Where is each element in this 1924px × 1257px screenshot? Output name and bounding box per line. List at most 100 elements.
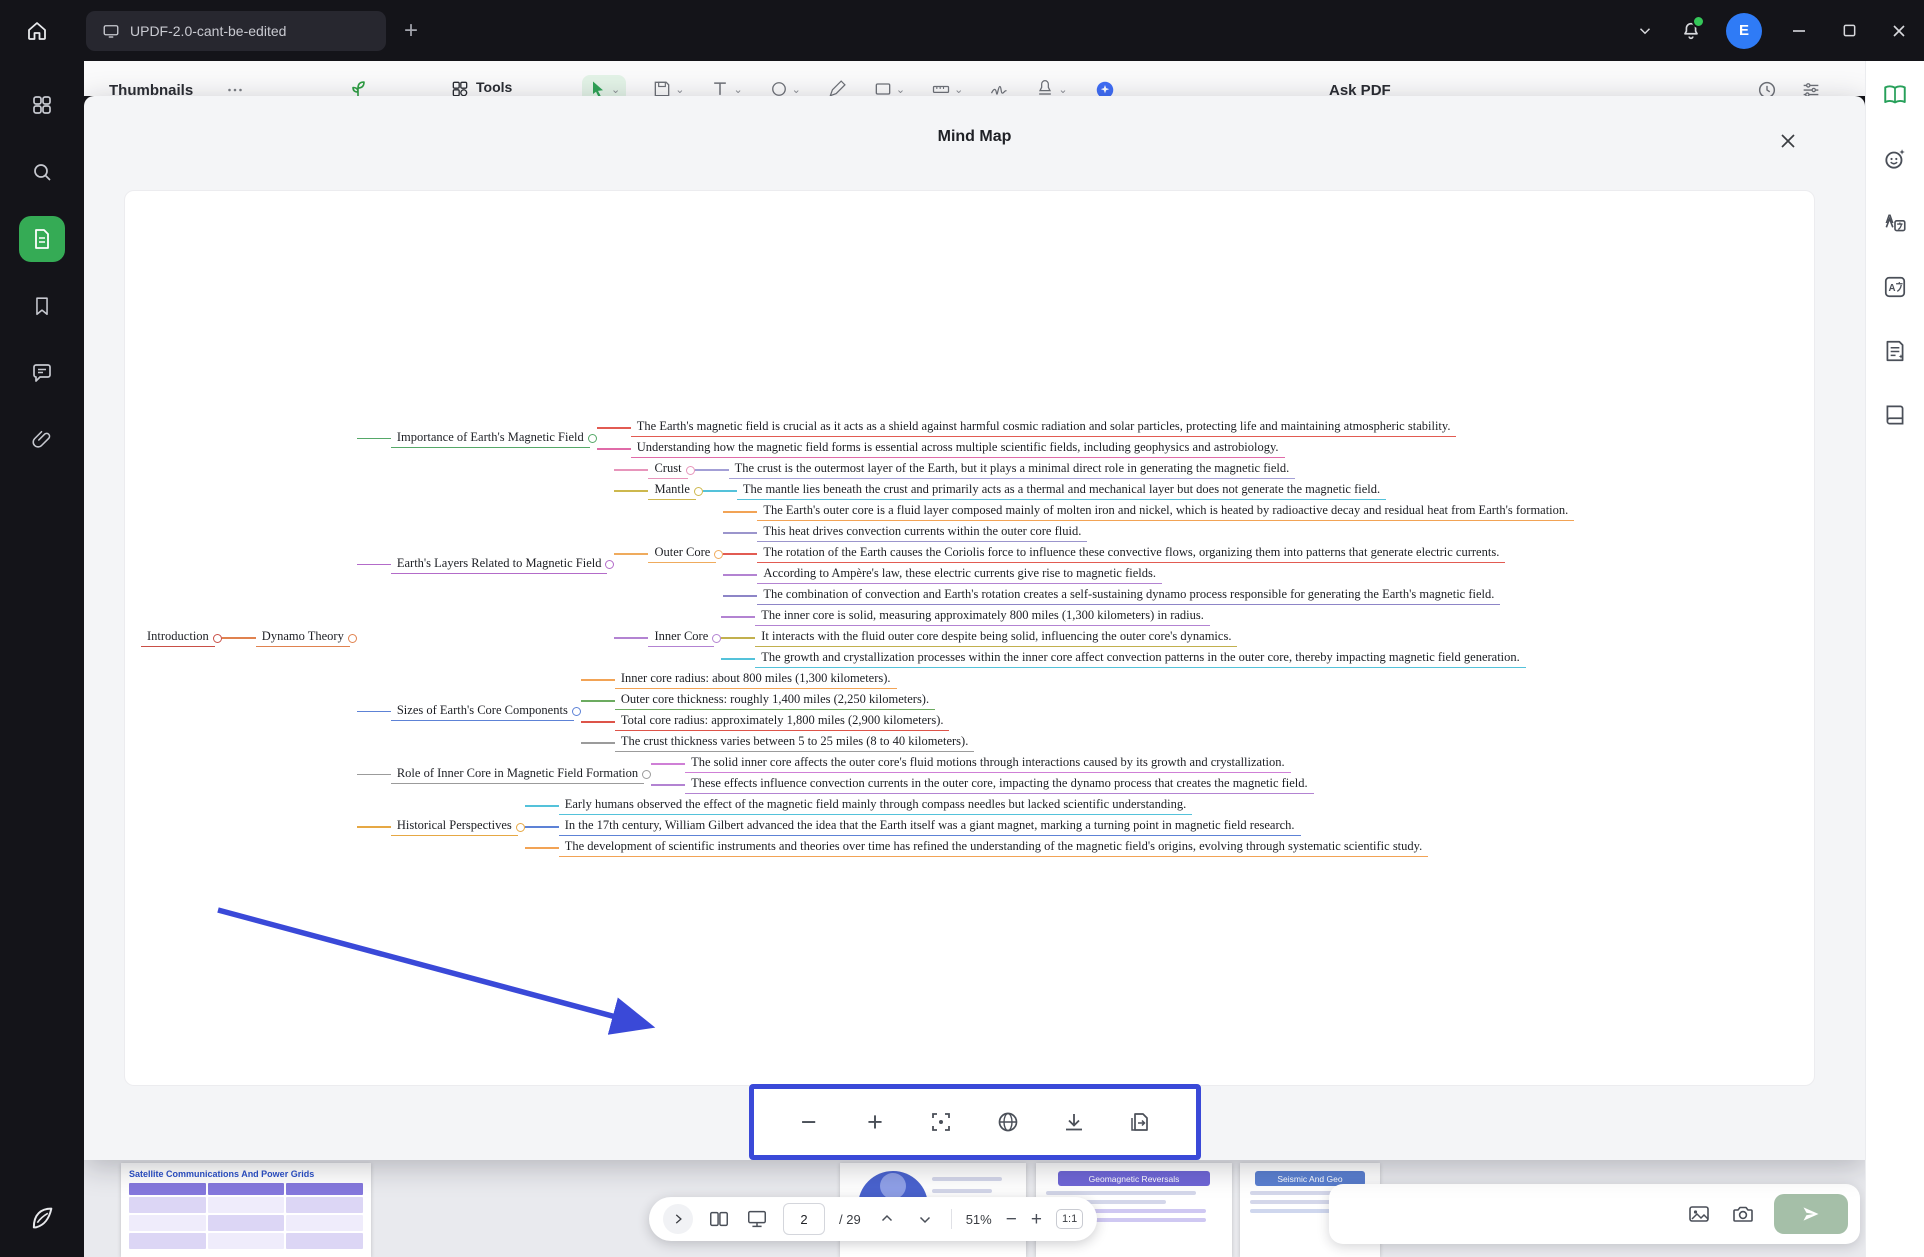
mindmap-topic[interactable]: Outer Core	[648, 545, 716, 563]
ask-pdf-input-bar[interactable]	[1329, 1184, 1860, 1244]
text-tool-button[interactable]: ⌄	[710, 79, 742, 96]
mindmap-leaf[interactable]: This heat drives convection currents wit…	[757, 524, 1087, 542]
apps-grid-button[interactable]	[19, 82, 65, 128]
ask-pdf-label[interactable]: Ask PDF	[1329, 82, 1391, 96]
translate-page-button[interactable]: A	[1875, 267, 1915, 307]
close-window-button[interactable]	[1874, 9, 1924, 53]
select-tool-button[interactable]: ⌄	[582, 75, 626, 96]
avatar[interactable]: E	[1726, 13, 1762, 49]
history-icon[interactable]	[1756, 79, 1778, 96]
export-button[interactable]	[1123, 1105, 1157, 1139]
ai-summary-button[interactable]	[1875, 331, 1915, 371]
mindmap-topic[interactable]: Mantle	[648, 482, 695, 500]
mindmap-topic[interactable]: Role of Inner Core in Magnetic Field For…	[391, 766, 644, 784]
mindmap-leaf[interactable]: The rotation of the Earth causes the Cor…	[757, 545, 1505, 563]
mindmap-branch-dot[interactable]	[714, 550, 723, 559]
slideshow-button[interactable]	[745, 1207, 769, 1231]
mindmap-leaf[interactable]: Inner core radius: about 800 miles (1,30…	[615, 671, 897, 689]
booklet-button[interactable]	[1875, 395, 1915, 435]
new-tab-button[interactable]: +	[404, 19, 418, 43]
zoom-in-button[interactable]: +	[858, 1105, 892, 1139]
thumbnails-more-button[interactable]	[224, 79, 246, 96]
mindmap-branch-dot[interactable]	[348, 634, 357, 643]
mindmap-branch-dot[interactable]	[686, 466, 695, 475]
mindmap-leaf[interactable]: The crust is the outermost layer of the …	[729, 461, 1296, 479]
tabs-dropdown-button[interactable]	[1622, 8, 1668, 54]
mindmap-topic[interactable]: Dynamo Theory	[256, 629, 350, 647]
shape-tool-button[interactable]: ⌄	[769, 79, 801, 96]
mindmap-leaf[interactable]: Total core radius: approximately 1,800 m…	[615, 713, 950, 731]
tree-view-button[interactable]	[346, 79, 370, 96]
mindmap-topic[interactable]: Crust	[648, 461, 687, 479]
mindmap-branch-dot[interactable]	[642, 770, 651, 779]
mindmap-topic[interactable]: Earth's Layers Related to Magnetic Field	[391, 556, 608, 574]
zoom-out-button[interactable]: −	[792, 1105, 826, 1139]
mindmap-topic[interactable]: Historical Perspectives	[391, 818, 518, 836]
mindmap-branch-dot[interactable]	[694, 487, 703, 496]
attachments-button[interactable]	[19, 417, 65, 463]
minimize-button[interactable]	[1774, 9, 1824, 53]
mindmap-leaf[interactable]: Early humans observed the effect of the …	[559, 797, 1192, 815]
measure-tool-button[interactable]: ⌄	[931, 79, 963, 96]
mindmap-topic[interactable]: Sizes of Earth's Core Components	[391, 703, 574, 721]
document-panel-button[interactable]	[19, 216, 65, 262]
zoom-out-button[interactable]: −	[1006, 1210, 1017, 1229]
notifications-button[interactable]	[1668, 8, 1714, 54]
tools-menu-button[interactable]: Tools	[450, 79, 512, 96]
next-page-button[interactable]	[913, 1207, 937, 1231]
pen-tool-button[interactable]	[827, 79, 847, 96]
mindmap-leaf[interactable]: The development of scientific instrument…	[559, 839, 1428, 857]
mindmap-topic[interactable]: Importance of Earth's Magnetic Field	[391, 430, 590, 448]
preferences-icon[interactable]	[1800, 79, 1822, 96]
mindmap-leaf[interactable]: It interacts with the fluid outer core d…	[755, 629, 1237, 647]
maximize-button[interactable]	[1824, 9, 1874, 53]
mindmap-branch-dot[interactable]	[516, 823, 525, 832]
mindmap-leaf[interactable]: The mantle lies beneath the crust and pr…	[737, 482, 1386, 500]
send-button[interactable]	[1774, 1194, 1848, 1234]
mindmap-branch-dot[interactable]	[712, 634, 721, 643]
updf-logo-button[interactable]	[19, 1195, 65, 1241]
mindmap-topic[interactable]: Introduction	[141, 629, 215, 647]
mindmap-leaf[interactable]: The solid inner core affects the outer c…	[685, 755, 1291, 773]
mindmap-leaf[interactable]: The growth and crystallization processes…	[755, 650, 1526, 668]
comments-button[interactable]	[19, 350, 65, 396]
rectangle-tool-button[interactable]: ⌄	[873, 79, 905, 96]
language-button[interactable]	[991, 1105, 1025, 1139]
mindmap-branch-dot[interactable]	[588, 434, 597, 443]
two-page-view-button[interactable]	[707, 1207, 731, 1231]
page-number-input[interactable]	[783, 1203, 825, 1235]
mindmap-leaf[interactable]: According to Ampère's law, these electri…	[757, 566, 1162, 584]
mindmap-leaf[interactable]: The crust thickness varies between 5 to …	[615, 734, 975, 752]
bookmarks-button[interactable]	[19, 283, 65, 329]
stamp-tool-button[interactable]: ⌄	[1035, 79, 1067, 96]
mindmap-leaf[interactable]: Understanding how the magnetic field for…	[631, 440, 1285, 458]
document-tab[interactable]: UPDF-2.0-cant-be-edited	[86, 11, 386, 51]
mindmap-branch-dot[interactable]	[605, 560, 614, 569]
home-button[interactable]	[16, 10, 58, 52]
mindmap-leaf[interactable]: The Earth's outer core is a fluid layer …	[757, 503, 1574, 521]
mindmap-leaf[interactable]: The Earth's magnetic field is crucial as…	[631, 419, 1457, 437]
zoom-level-value[interactable]: 51%	[966, 1212, 992, 1227]
reader-mode-button[interactable]	[1875, 75, 1915, 115]
mindmap-leaf[interactable]: The inner core is solid, measuring appro…	[755, 608, 1210, 626]
signature-tool-button[interactable]	[989, 79, 1009, 96]
search-button[interactable]	[19, 149, 65, 195]
actual-size-button[interactable]: 1:1	[1056, 1209, 1083, 1229]
mindmap-branch-dot[interactable]	[572, 707, 581, 716]
mindmap-leaf[interactable]: Outer core thickness: roughly 1,400 mile…	[615, 692, 935, 710]
insert-image-button[interactable]	[1686, 1201, 1712, 1227]
zoom-in-button[interactable]: +	[1031, 1210, 1042, 1229]
mindmap-leaf[interactable]: The combination of convection and Earth'…	[757, 587, 1500, 605]
mindmap-leaf[interactable]: In the 17th century, William Gilbert adv…	[559, 818, 1301, 836]
expand-panel-button[interactable]	[663, 1204, 693, 1234]
mindmap-branch-dot[interactable]	[213, 634, 222, 643]
ai-tools-button[interactable]	[1094, 79, 1116, 96]
previous-page-button[interactable]	[875, 1207, 899, 1231]
translate-button[interactable]: A	[1875, 203, 1915, 243]
mindmap-leaf[interactable]: These effects influence convection curre…	[685, 776, 1314, 794]
page-thumbnail-satellite[interactable]: Satellite Communications And Power Grids	[121, 1163, 371, 1257]
download-button[interactable]	[1057, 1105, 1091, 1139]
mindmap-topic[interactable]: Inner Core	[648, 629, 714, 647]
close-modal-button[interactable]	[1773, 126, 1803, 156]
screenshot-button[interactable]	[1730, 1201, 1756, 1227]
